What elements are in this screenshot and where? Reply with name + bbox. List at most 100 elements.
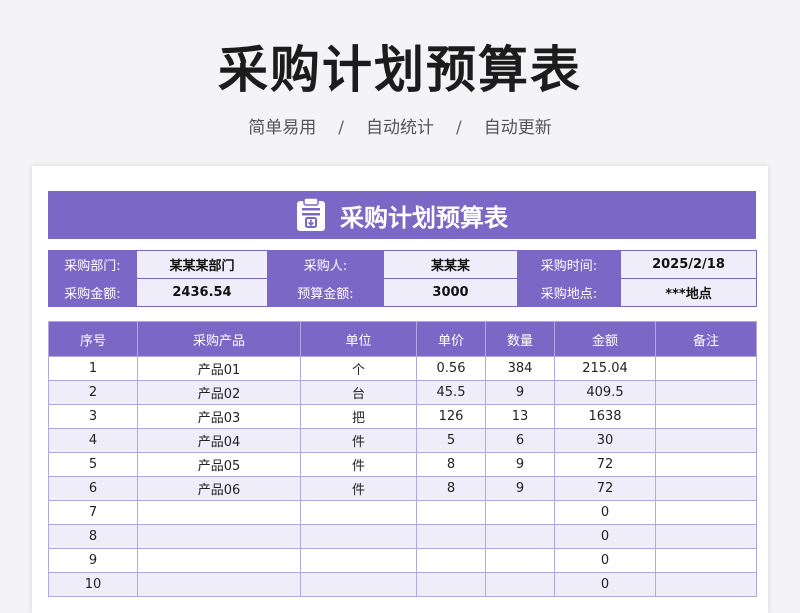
cell-amount[interactable]: 72 bbox=[554, 452, 656, 477]
cell-quantity[interactable]: 6 bbox=[485, 428, 555, 453]
cell-quantity[interactable] bbox=[485, 500, 555, 525]
cell-product[interactable]: 产品03 bbox=[137, 404, 301, 429]
cell-price[interactable]: 8 bbox=[416, 452, 486, 477]
dept-label: 采购部门: bbox=[48, 250, 137, 279]
purchase-items-table: 序号 采购产品 单位 单价 数量 金额 备注 1 产品01 个 0.56 384 215.… bbox=[48, 321, 757, 597]
cell-index[interactable]: 8 bbox=[48, 524, 138, 549]
buyer-label: 采购人: bbox=[267, 250, 384, 279]
cell-unit[interactable]: 台 bbox=[300, 380, 417, 405]
header-note: 备注 bbox=[655, 321, 757, 357]
subtitle-item: 自动统计 bbox=[366, 118, 434, 138]
table-row: 90 bbox=[48, 548, 757, 573]
cell-amount[interactable]: 0 bbox=[554, 572, 656, 597]
page-title: 采购计划预算表 bbox=[218, 41, 582, 99]
cell-product[interactable] bbox=[137, 572, 301, 597]
cell-price[interactable]: 45.5 bbox=[416, 380, 486, 405]
cell-unit[interactable] bbox=[300, 500, 417, 525]
cell-quantity[interactable]: 9 bbox=[485, 380, 555, 405]
dept-value[interactable]: 某某某部门 bbox=[136, 250, 268, 279]
cell-price[interactable]: 5 bbox=[416, 428, 486, 453]
cell-product[interactable]: 产品05 bbox=[137, 452, 301, 477]
cell-price[interactable] bbox=[416, 572, 486, 597]
buyer-value[interactable]: 某某某 bbox=[383, 250, 518, 279]
cell-price[interactable]: 0.56 bbox=[416, 356, 486, 381]
cell-unit[interactable]: 个 bbox=[300, 356, 417, 381]
cell-index[interactable]: 10 bbox=[48, 572, 138, 597]
cell-amount[interactable]: 215.04 bbox=[554, 356, 656, 381]
table-row: 3 产品03 把 126 13 1638 bbox=[48, 404, 757, 429]
cell-unit[interactable]: 把 bbox=[300, 404, 417, 429]
cell-index[interactable]: 5 bbox=[48, 452, 138, 477]
cell-index[interactable]: 6 bbox=[48, 476, 138, 501]
cell-unit[interactable] bbox=[300, 572, 417, 597]
cell-note[interactable] bbox=[655, 500, 757, 525]
cell-quantity[interactable]: 9 bbox=[485, 452, 555, 477]
cell-amount[interactable]: 0 bbox=[554, 524, 656, 549]
cell-quantity[interactable] bbox=[485, 572, 555, 597]
amount-label: 采购金额: bbox=[48, 278, 137, 307]
place-value[interactable]: ***地点 bbox=[620, 278, 757, 307]
cell-product[interactable] bbox=[137, 548, 301, 573]
cell-product[interactable] bbox=[137, 500, 301, 525]
cell-product[interactable]: 产品06 bbox=[137, 476, 301, 501]
table-row: 5 产品05 件 8 9 72 bbox=[48, 452, 757, 477]
cell-quantity[interactable]: 9 bbox=[485, 476, 555, 501]
sheet-banner: 采购计划预算表 bbox=[48, 191, 756, 239]
cell-note[interactable] bbox=[655, 524, 757, 549]
cell-unit[interactable]: 件 bbox=[300, 476, 417, 501]
table-row: 2 产品02 台 45.5 9 409.5 bbox=[48, 380, 757, 405]
cell-amount[interactable]: 0 bbox=[554, 548, 656, 573]
budget-label: 预算金额: bbox=[267, 278, 384, 307]
subtitle-item: 自动更新 bbox=[483, 118, 552, 138]
cell-index[interactable]: 9 bbox=[48, 548, 138, 573]
cell-price[interactable] bbox=[416, 548, 486, 573]
cell-note[interactable] bbox=[655, 452, 757, 477]
cell-unit[interactable] bbox=[300, 548, 417, 573]
place-label: 采购地点: bbox=[517, 278, 621, 307]
cell-note[interactable] bbox=[655, 356, 757, 381]
page-subtitle: 简单易用 / 自动统计 / 自动更新 bbox=[0, 113, 800, 138]
cell-index[interactable]: 2 bbox=[48, 380, 138, 405]
cell-note[interactable] bbox=[655, 548, 757, 573]
cell-amount[interactable]: 409.5 bbox=[554, 380, 656, 405]
cell-note[interactable] bbox=[655, 404, 757, 429]
cell-amount[interactable]: 72 bbox=[554, 476, 656, 501]
cell-product[interactable]: 产品01 bbox=[137, 356, 301, 381]
cell-price[interactable]: 126 bbox=[416, 404, 486, 429]
cell-quantity[interactable]: 384 bbox=[485, 356, 555, 381]
spreadsheet-sheet: 采购计划预算表 采购部门: 某某某部门 采购人: 某某某 采购时间: 2025/… bbox=[32, 166, 768, 613]
time-value[interactable]: 2025/2/18 bbox=[620, 250, 757, 279]
cell-note[interactable] bbox=[655, 572, 757, 597]
cell-index[interactable]: 1 bbox=[48, 356, 138, 381]
cell-quantity[interactable] bbox=[485, 548, 555, 573]
cell-product[interactable]: 产品04 bbox=[137, 428, 301, 453]
table-row: 80 bbox=[48, 524, 757, 549]
budget-value[interactable]: 3000 bbox=[383, 278, 518, 307]
cell-index[interactable]: 3 bbox=[48, 404, 138, 429]
cell-quantity[interactable] bbox=[485, 524, 555, 549]
cell-note[interactable] bbox=[655, 428, 757, 453]
cell-price[interactable]: 8 bbox=[416, 476, 486, 501]
cell-unit[interactable] bbox=[300, 524, 417, 549]
header-product: 采购产品 bbox=[137, 321, 301, 357]
cell-price[interactable] bbox=[416, 524, 486, 549]
cell-unit[interactable]: 件 bbox=[300, 452, 417, 477]
cell-unit[interactable]: 件 bbox=[300, 428, 417, 453]
cell-product[interactable] bbox=[137, 524, 301, 549]
cell-amount[interactable]: 0 bbox=[554, 500, 656, 525]
cell-amount[interactable]: 1638 bbox=[554, 404, 656, 429]
cell-note[interactable] bbox=[655, 476, 757, 501]
table-row: 1 产品01 个 0.56 384 215.04 bbox=[48, 356, 757, 381]
cell-quantity[interactable]: 13 bbox=[485, 404, 555, 429]
cell-price[interactable] bbox=[416, 500, 486, 525]
header-amount: 金额 bbox=[554, 321, 656, 357]
cell-index[interactable]: 4 bbox=[48, 428, 138, 453]
cell-amount[interactable]: 30 bbox=[554, 428, 656, 453]
cell-note[interactable] bbox=[655, 380, 757, 405]
table-header-row: 序号 采购产品 单位 单价 数量 金额 备注 bbox=[48, 321, 757, 357]
time-label: 采购时间: bbox=[517, 250, 621, 279]
subtitle-separator: / bbox=[338, 118, 344, 138]
amount-value[interactable]: 2436.54 bbox=[136, 278, 268, 307]
cell-index[interactable]: 7 bbox=[48, 500, 138, 525]
cell-product[interactable]: 产品02 bbox=[137, 380, 301, 405]
